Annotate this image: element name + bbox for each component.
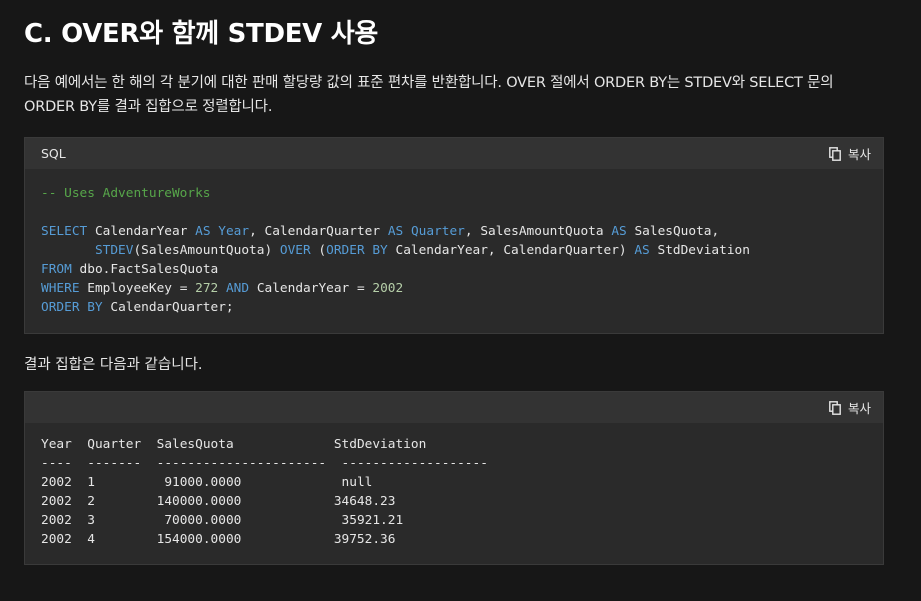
cell-salesquota: 91000.0000 [164, 475, 242, 490]
col-calendarquarter: CalendarQuarter [264, 224, 381, 239]
sql-code-block: SQL 복사 -- Uses AdventureWorks SELECT Cal… [24, 137, 884, 334]
copy-label: 복사 [847, 147, 871, 162]
copy-icon [829, 146, 841, 161]
copy-button[interactable]: 복사 [829, 144, 871, 163]
table-row: 2002 4 154000.0000 39752.36 [41, 532, 395, 547]
num-272: 272 [195, 281, 219, 296]
cell-year: 2002 [41, 475, 72, 490]
separator: ---------------------- [156, 456, 327, 471]
code-comment: -- Uses AdventureWorks [41, 186, 211, 201]
cell-stddeviation: 39752.36 [333, 532, 396, 547]
kw-as: AS [387, 224, 404, 239]
kw-as: AS [634, 243, 650, 258]
page: C. OVER와 함께 STDEV 사용 다음 예에서는 한 해의 각 분기에 … [0, 0, 921, 601]
separator: ------- [87, 456, 142, 471]
separator: ---- [41, 456, 72, 471]
cell-salesquota: 154000.0000 [156, 532, 242, 547]
cell-year: 2002 [41, 513, 72, 528]
order-cols: CalendarYear, CalendarQuarter) [395, 243, 627, 258]
kw-as: AS [611, 224, 627, 239]
copy-label: 복사 [847, 401, 871, 416]
header-salesquota: SalesQuota [156, 437, 234, 452]
cell-quarter: 1 [87, 475, 95, 490]
copy-icon [829, 400, 841, 415]
result-intro: 결과 집합은 다음과 같습니다. [24, 357, 203, 373]
language-label: SQL [41, 146, 66, 161]
sql-code[interactable]: -- Uses AdventureWorks SELECT CalendarYe… [25, 169, 883, 333]
code-header: 복사 [25, 392, 883, 423]
page-title: C. OVER와 함께 STDEV 사용 [24, 19, 378, 49]
kw-over: OVER [279, 243, 311, 258]
cell-quarter: 4 [87, 532, 95, 547]
table-row: 2002 2 140000.0000 34648.23 [41, 494, 395, 509]
num-2002: 2002 [372, 281, 404, 296]
description: 다음 예에서는 한 해의 각 분기에 대한 판매 할당량 값의 표준 편차를 반… [24, 75, 834, 115]
alias-salesquota: SalesQuota, [634, 224, 720, 239]
alias-year: Year [218, 224, 250, 239]
result-code-block: 복사 Year Quarter SalesQuota StdDeviation … [24, 391, 884, 565]
table-row: 2002 1 91000.0000 null [41, 475, 372, 490]
cell-stddeviation: 34648.23 [333, 494, 396, 509]
kw-order-by: ORDER BY [41, 300, 103, 315]
kw-order-by: ORDER BY [326, 243, 388, 258]
header-stddeviation: StdDeviation [333, 437, 427, 452]
header-year: Year [41, 437, 72, 452]
cell-quarter: 2 [87, 494, 95, 509]
order-col: CalendarQuarter; [110, 300, 234, 315]
cell-year: 2002 [41, 532, 72, 547]
cell-stddeviation: 35921.21 [341, 513, 404, 528]
code-header: SQL 복사 [25, 138, 883, 169]
kw-from: FROM [41, 262, 72, 277]
col-salesamountquota: SalesAmountQuota [480, 224, 604, 239]
cell-quarter: 3 [87, 513, 95, 528]
cond-employeekey: EmployeeKey = [87, 281, 196, 296]
alias-stddeviation: StdDeviation [657, 243, 750, 258]
cell-salesquota: 70000.0000 [164, 513, 242, 528]
kw-select: SELECT [41, 224, 88, 239]
copy-button[interactable]: 복사 [829, 398, 871, 417]
table-name: dbo.FactSalesQuota [79, 262, 219, 277]
cell-year: 2002 [41, 494, 72, 509]
col-calendaryear: CalendarYear [94, 224, 188, 239]
alias-quarter: Quarter [410, 224, 465, 239]
kw-where: WHERE [41, 281, 80, 296]
separator: ------------------- [341, 456, 488, 471]
table-row: 2002 3 70000.0000 35921.21 [41, 513, 403, 528]
header-quarter: Quarter [87, 437, 142, 452]
func-stdev: STDEV [94, 243, 134, 258]
cond-calendaryear: CalendarYear = [256, 281, 373, 296]
cell-stddeviation: null [341, 475, 373, 490]
kw-as: AS [195, 224, 211, 239]
stdev-arg: (SalesAmountQuota) [133, 243, 273, 258]
kw-and: AND [225, 281, 250, 296]
result-table[interactable]: Year Quarter SalesQuota StdDeviation ---… [25, 423, 883, 564]
cell-salesquota: 140000.0000 [156, 494, 242, 509]
